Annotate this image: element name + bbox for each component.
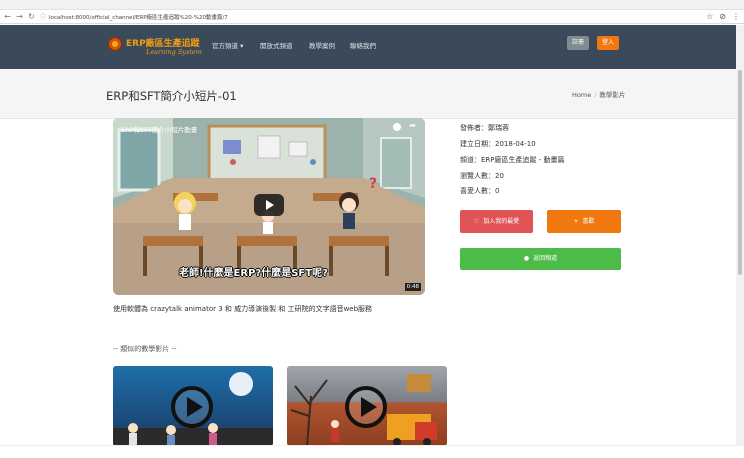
like-label: 喜歡 xyxy=(582,218,595,225)
breadcrumb-home[interactable]: Home xyxy=(572,91,591,99)
logo-icon[interactable] xyxy=(108,37,122,51)
heart-icon: ♡ xyxy=(473,218,480,225)
related-video-thumbnail[interactable] xyxy=(113,366,273,446)
reload-icon[interactable]: ↻ xyxy=(27,12,36,21)
nav-contact-us[interactable]: 聯絡我們 xyxy=(350,40,376,50)
like-button[interactable]: + 喜歡 xyxy=(547,210,621,233)
created-date: 建立日期：2018-04-10 xyxy=(460,140,536,148)
site-navbar: ERP廠區生產追蹤 Learning System 官方頻道 ▾ 開放式頻道 教… xyxy=(0,25,744,69)
bookmark-star-icon[interactable]: ☆ xyxy=(706,10,713,24)
nav-official-channel[interactable]: 官方頻道 ▾ xyxy=(212,40,243,50)
play-icon[interactable] xyxy=(345,386,387,428)
breadcrumb-current: 教學影片 xyxy=(599,91,626,99)
channel-info: 頻道：ERP廠區生產追蹤 - 動畫篇 xyxy=(460,156,565,164)
browser-actions: ☆ ⊘ ⋮ xyxy=(706,10,740,24)
nav-teaching-cases[interactable]: 教學案例 xyxy=(309,40,335,50)
extension-icon[interactable]: ⊘ xyxy=(719,10,726,24)
video-title[interactable]: ERP和SFT簡介小短片動畫 xyxy=(121,124,197,134)
add-favorite-button[interactable]: ♡ 加入我的最愛 xyxy=(460,210,533,233)
question-mark-text: ? xyxy=(369,176,378,192)
browser-tabstrip xyxy=(0,0,744,10)
like-count: 喜愛人數：0 xyxy=(460,187,500,195)
nav-open-channel[interactable]: 開放式頻道 xyxy=(260,40,293,50)
back-to-channel-button[interactable]: ● 返回頻道 xyxy=(460,248,621,270)
watch-later-icon[interactable] xyxy=(393,123,401,131)
login-button[interactable]: 登入 xyxy=(597,36,619,50)
play-button[interactable] xyxy=(254,194,284,216)
breadcrumb: Home / 教學影片 xyxy=(572,91,626,99)
browser-toolbar: ← → ↻ ⓘ localhost:8000/official_channel/… xyxy=(0,10,744,24)
back-circle-icon: ● xyxy=(523,255,530,262)
address-bar[interactable]: localhost:8000/official_channel/ERP廠區生產追… xyxy=(49,13,228,21)
brand-subtitle: Learning System xyxy=(146,48,202,56)
plus-icon: + xyxy=(573,218,579,225)
add-favorite-label: 加入我的最愛 xyxy=(483,218,520,225)
video-description: 使用軟體為 crazytalk animator 3 和 威力導演後製 和 工研… xyxy=(113,305,373,313)
scrollbar-thumb[interactable] xyxy=(738,70,742,275)
share-icon[interactable]: ➦ xyxy=(409,121,416,130)
related-video-thumbnail[interactable] xyxy=(287,366,447,446)
forward-arrow-icon[interactable]: → xyxy=(15,12,24,21)
back-to-channel-label: 返回頻道 xyxy=(533,255,558,262)
page-title: ERP和SFT簡介小短片-01 xyxy=(106,89,237,103)
status-bar xyxy=(0,445,744,458)
register-button[interactable]: 註冊 xyxy=(567,36,589,50)
back-arrow-icon[interactable]: ← xyxy=(3,12,12,21)
browser-menu-icon[interactable]: ⋮ xyxy=(732,10,740,24)
view-count: 瀏覽人數：20 xyxy=(460,172,504,180)
video-player[interactable]: ERP和SFT簡介小短片動畫 ➦ ? 老師!什麼是ERP?什麼是SFT呢? 0:… xyxy=(113,118,425,295)
related-videos-heading: -- 類似的教學影片 -- xyxy=(113,345,177,353)
video-subtitle: 老師!什麼是ERP?什麼是SFT呢? xyxy=(179,268,328,279)
site-info-icon[interactable]: ⓘ xyxy=(40,12,46,21)
play-icon[interactable] xyxy=(171,386,213,428)
publisher-info: 發佈者：鄭瑞蓉 xyxy=(460,124,509,132)
video-duration: 0:48 xyxy=(404,283,421,291)
